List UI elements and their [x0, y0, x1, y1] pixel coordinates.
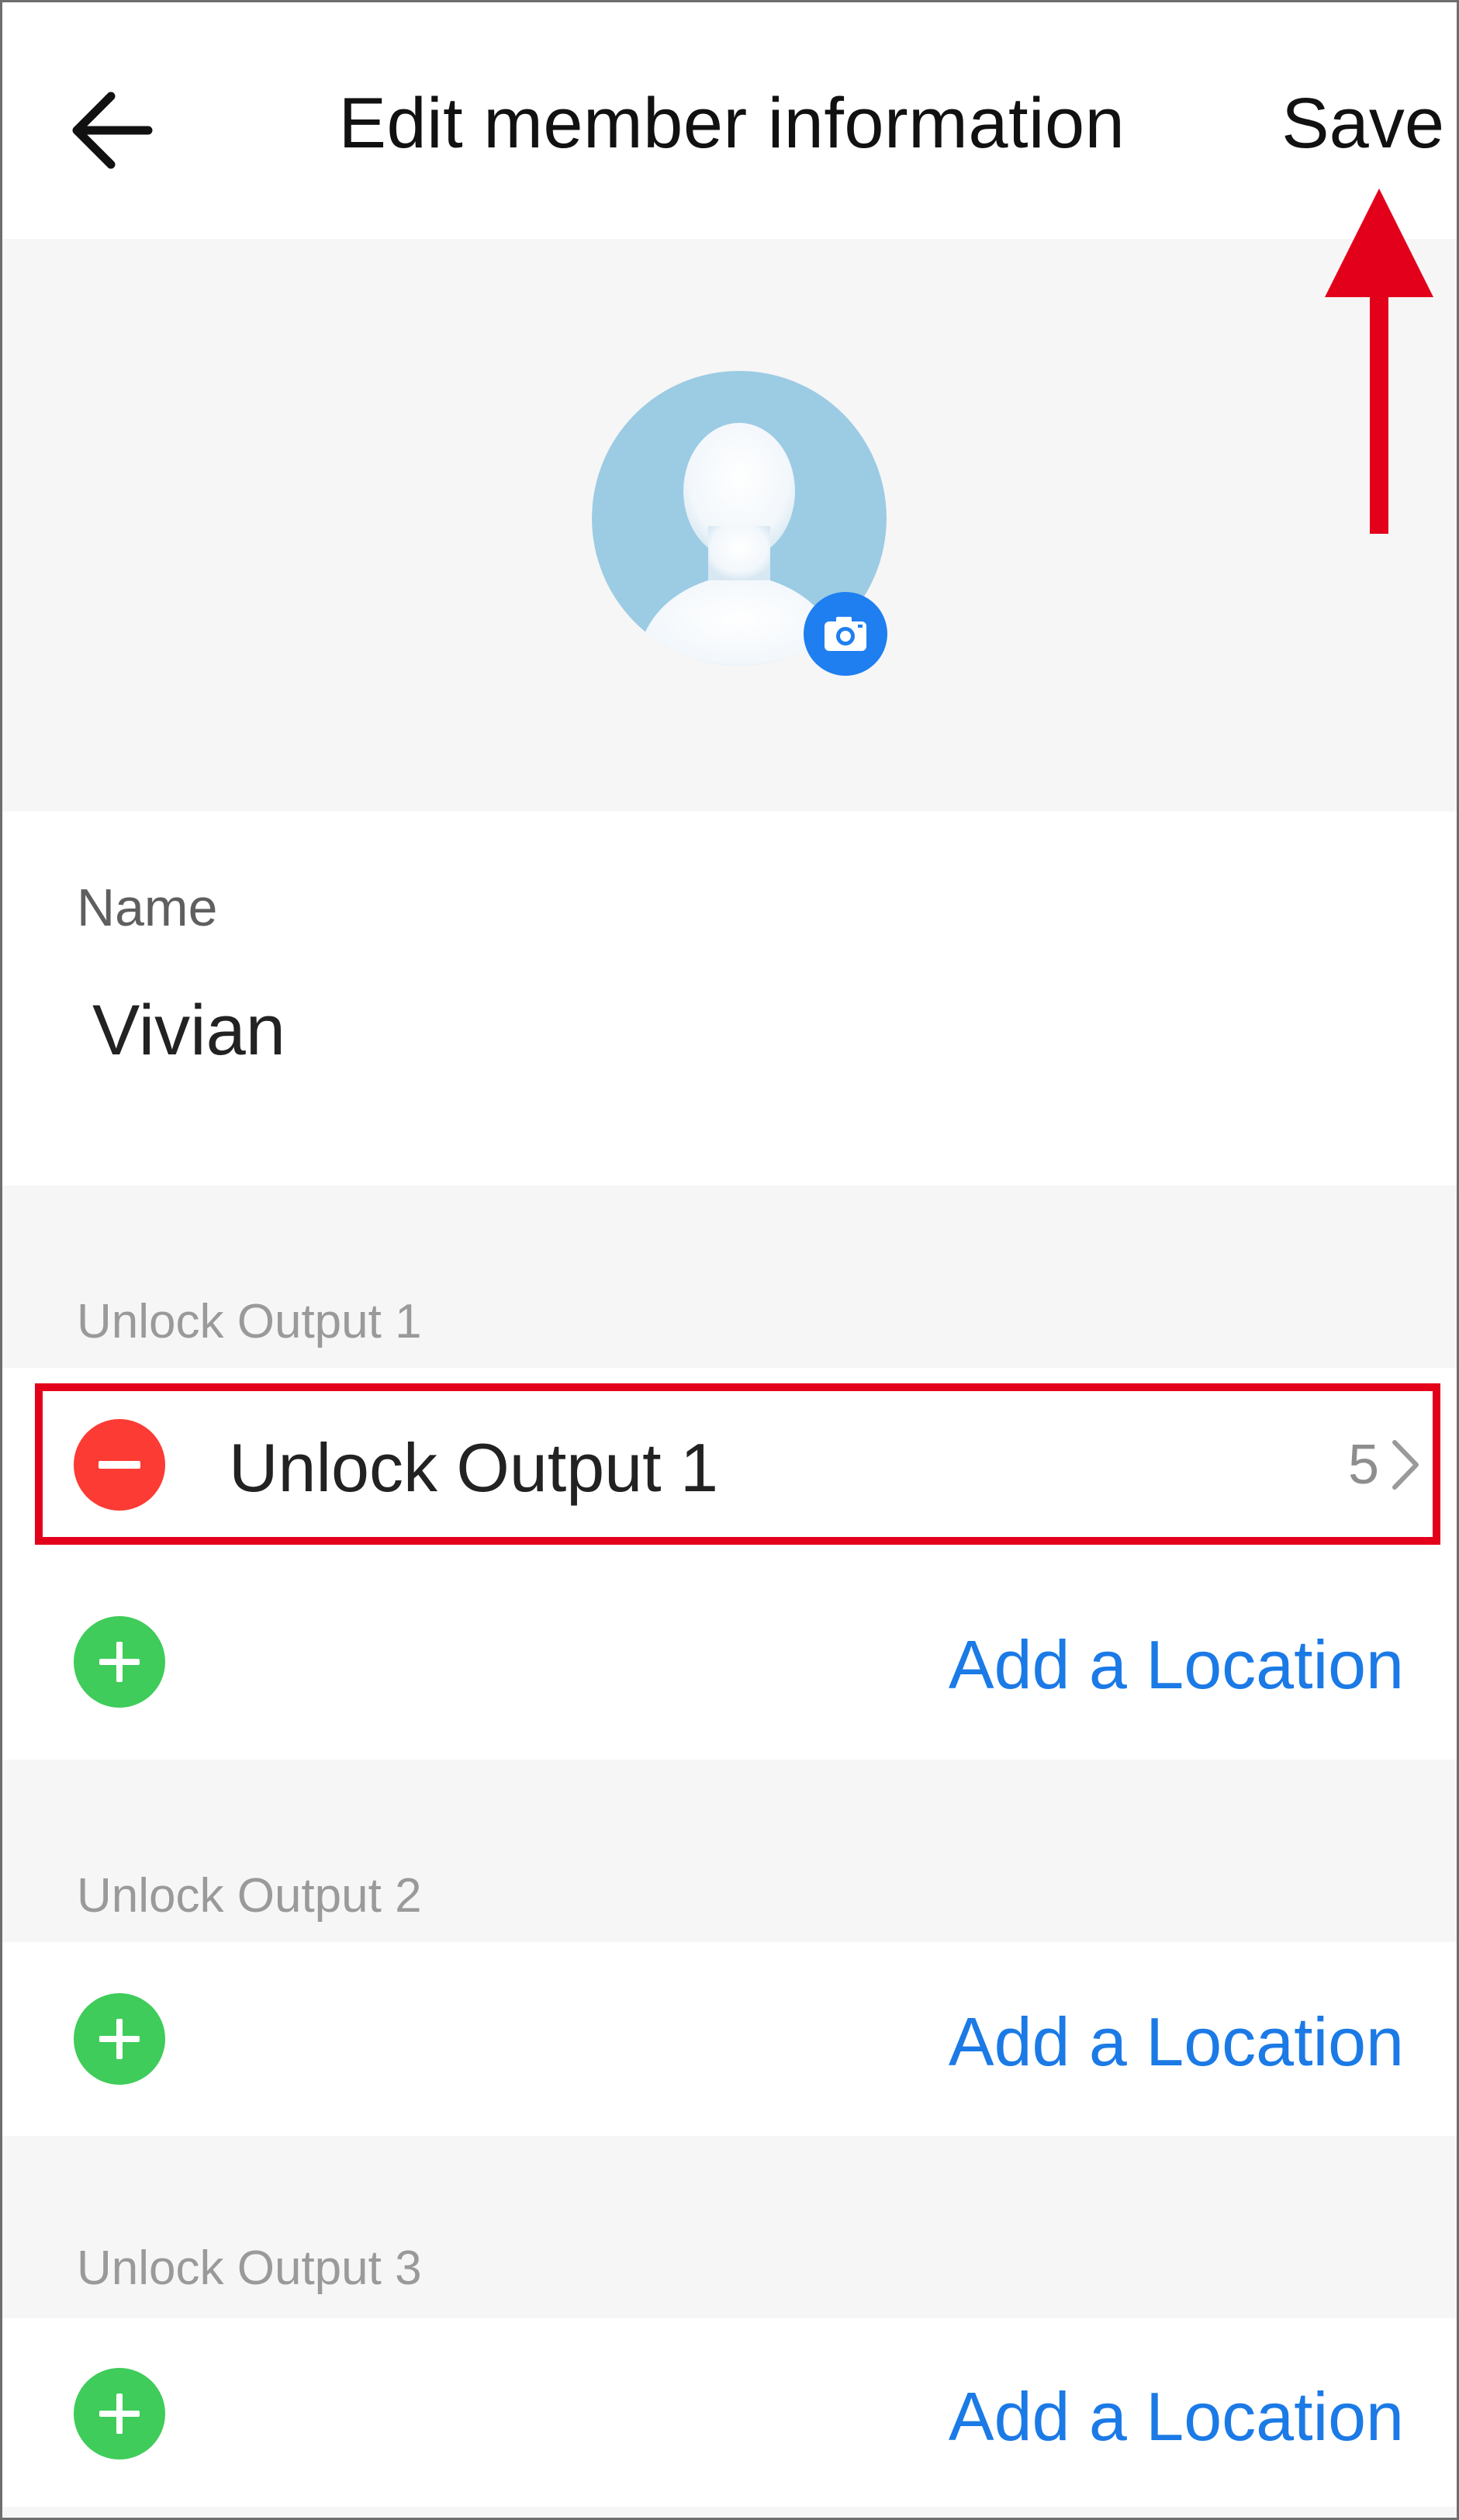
top-bar: Edit member information Save	[2, 2, 1457, 239]
highlight-box	[35, 1383, 1440, 1545]
group-header-3: Unlock Output 3	[2, 2136, 1457, 2318]
name-label: Name	[77, 878, 218, 937]
add-location-link-1[interactable]: Add a Location	[949, 1625, 1404, 1705]
group-header-2: Unlock Output 2	[2, 1760, 1457, 1942]
save-button[interactable]: Save	[1281, 83, 1444, 164]
group-label-2: Unlock Output 2	[77, 1869, 422, 1923]
add-location-row-2[interactable]: Add a Location	[2, 1942, 1457, 2136]
group-header-1: Unlock Output 1	[2, 1186, 1457, 1368]
plus-circle-icon	[99, 2394, 140, 2434]
plus-circle-icon	[99, 1642, 140, 1682]
add-location-link-3[interactable]: Add a Location	[949, 2377, 1404, 2456]
page-title: Edit member information	[338, 84, 1125, 163]
change-photo-button[interactable]	[804, 592, 887, 676]
add-location-button-2[interactable]	[74, 1993, 165, 2085]
group-label-1: Unlock Output 1	[77, 1295, 422, 1348]
group-label-3: Unlock Output 3	[77, 2241, 422, 2295]
camera-icon	[825, 617, 866, 651]
avatar-section	[2, 239, 1457, 812]
app-frame: Edit member information Save Name Vivian…	[0, 0, 1459, 2520]
plus-circle-icon	[99, 2019, 140, 2059]
add-location-link-2[interactable]: Add a Location	[949, 2002, 1404, 2082]
add-location-row-3[interactable]: Add a Location	[2, 2318, 1457, 2507]
add-location-row-1[interactable]: Add a Location	[2, 1562, 1457, 1760]
name-section: Name Vivian	[2, 812, 1457, 1186]
up-arrow-annotation	[1325, 189, 1433, 534]
add-location-button-1[interactable]	[74, 1616, 165, 1708]
name-field[interactable]: Vivian	[92, 990, 285, 1071]
add-location-button-3[interactable]	[74, 2368, 165, 2459]
bottom-band	[2, 2507, 1457, 2518]
